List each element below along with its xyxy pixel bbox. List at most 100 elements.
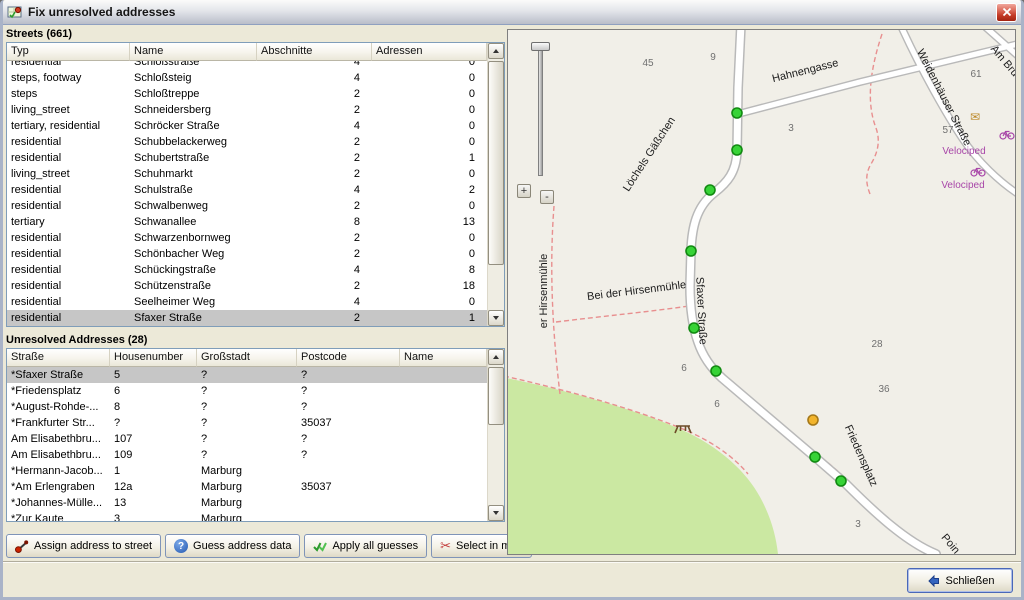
table-row[interactable]: Am Elisabethbru...109?? (7, 447, 487, 463)
table-cell (297, 463, 400, 479)
apply-guesses-button[interactable]: Apply all guesses (304, 534, 427, 558)
titlebar[interactable]: Fix unresolved addresses (3, 0, 1021, 25)
table-cell: 4 (257, 262, 372, 278)
table-cell: 12a (110, 479, 197, 495)
warning-node-marker[interactable] (808, 415, 818, 425)
table-row[interactable]: residentialSchulstraße42 (7, 182, 487, 198)
table-cell: 4 (257, 294, 372, 310)
table-row[interactable]: stepsSchloßtreppe20 (7, 86, 487, 102)
button-label: Schließen (946, 575, 995, 587)
address-node-marker[interactable] (836, 476, 846, 486)
address-node-marker[interactable] (711, 366, 721, 376)
table-row[interactable]: residentialSeelheimer Weg40 (7, 294, 487, 310)
address-node-marker[interactable] (732, 108, 742, 118)
table-cell: 18 (372, 278, 487, 294)
table-cell: 2 (372, 182, 487, 198)
table-row[interactable]: *Am Erlengraben12aMarburg35037 (7, 479, 487, 495)
table-row[interactable]: *Zur Kaute3Marburg (7, 511, 487, 521)
table-cell: Schuhmarkt (130, 166, 257, 182)
button-label: Guess address data (193, 540, 291, 552)
column-header[interactable]: Housenumber (110, 349, 197, 367)
table-cell: 8 (257, 214, 372, 230)
scroll-down-button[interactable] (488, 310, 504, 326)
table-row[interactable]: living_streetSchneidersberg20 (7, 102, 487, 118)
column-header[interactable]: Typ (7, 43, 130, 61)
table-cell: 0 (372, 294, 487, 310)
address-node-marker[interactable] (689, 323, 699, 333)
table-cell: Marburg (197, 479, 297, 495)
table-row[interactable]: residentialSchwarzenbornweg20 (7, 230, 487, 246)
addresses-scrollbar[interactable] (487, 349, 504, 521)
close-dialog-button[interactable]: Schließen (907, 568, 1013, 593)
zoom-in-button[interactable]: + (517, 184, 531, 198)
streets-table-body[interactable]: residentialSchloßstraße40steps, footwayS… (7, 61, 487, 326)
table-row[interactable]: residentialSchubbelackerweg20 (7, 134, 487, 150)
arrow-down-icon (493, 316, 499, 320)
column-header[interactable]: Postcode (297, 349, 400, 367)
table-row[interactable]: residentialSchückingstraße48 (7, 262, 487, 278)
table-cell: 0 (372, 70, 487, 86)
zoom-slider-handle[interactable] (531, 42, 550, 51)
table-row[interactable]: steps, footwaySchloßsteig40 (7, 70, 487, 86)
table-row[interactable]: living_streetSchuhmarkt20 (7, 166, 487, 182)
streets-scrollbar[interactable] (487, 43, 504, 326)
scroll-down-button[interactable] (488, 505, 504, 521)
window-title: Fix unresolved addresses (28, 5, 996, 19)
table-cell: Sfaxer Straße (130, 310, 257, 326)
table-row[interactable]: residentialSchubertstraße21 (7, 150, 487, 166)
column-header[interactable]: Straße (7, 349, 110, 367)
housenumber-label: 28 (871, 339, 883, 350)
table-row[interactable]: *Frankfurter Str...??35037 (7, 415, 487, 431)
scroll-up-button[interactable] (488, 43, 504, 59)
scroll-up-button[interactable] (488, 349, 504, 365)
table-row[interactable]: *Johannes-Mülle...13Marburg (7, 495, 487, 511)
column-header[interactable]: Großstadt (197, 349, 297, 367)
scroll-thumb[interactable] (488, 367, 504, 425)
table-row[interactable]: tertiary, residentialSchröcker Straße40 (7, 118, 487, 134)
zoom-slider[interactable] (538, 46, 543, 176)
table-cell: 0 (372, 246, 487, 262)
scroll-thumb[interactable] (488, 61, 504, 265)
address-node-marker[interactable] (705, 185, 715, 195)
column-header[interactable]: Name (400, 349, 487, 367)
assign-address-button[interactable]: Assign address to street (6, 534, 161, 558)
map-panel[interactable]: ✉ HahnengasseWeidenhäuser StraßeAm BrüLö… (507, 29, 1016, 555)
table-cell: ? (297, 431, 400, 447)
address-node-marker[interactable] (810, 452, 820, 462)
address-node-marker[interactable] (686, 246, 696, 256)
table-row[interactable]: residentialSfaxer Straße21 (7, 310, 487, 326)
table-row[interactable]: *Friedensplatz6?? (7, 383, 487, 399)
table-row[interactable]: residentialSchönbacher Weg20 (7, 246, 487, 262)
column-header[interactable]: Adressen (372, 43, 487, 61)
column-header[interactable]: Name (130, 43, 257, 61)
zoom-out-button[interactable]: - (540, 190, 554, 204)
button-label: Apply all guesses (332, 540, 418, 552)
table-cell: 109 (110, 447, 197, 463)
housenumber-label: 3 (788, 123, 794, 134)
arrow-up-icon (493, 49, 499, 53)
table-row[interactable]: residentialSchützenstraße218 (7, 278, 487, 294)
map-canvas[interactable]: ✉ HahnengasseWeidenhäuser StraßeAm BrüLö… (508, 30, 1015, 554)
addresses-table-body[interactable]: *Sfaxer Straße5??*Friedensplatz6??*Augus… (7, 367, 487, 521)
table-cell: *Sfaxer Straße (7, 367, 110, 383)
toolbar: Assign address to street ? Guess address… (6, 534, 532, 560)
table-cell: Marburg (197, 511, 297, 521)
table-row[interactable]: Am Elisabethbru...107?? (7, 431, 487, 447)
table-row[interactable]: residentialSchloßstraße40 (7, 61, 487, 70)
column-header[interactable]: Abschnitte (257, 43, 372, 61)
table-row[interactable]: tertiarySchwanallee813 (7, 214, 487, 230)
table-row[interactable]: residentialSchwalbenweg20 (7, 198, 487, 214)
table-cell (400, 495, 487, 511)
address-node-marker[interactable] (732, 145, 742, 155)
table-row[interactable]: *Sfaxer Straße5?? (7, 367, 487, 383)
table-row[interactable]: *August-Rohde-...8?? (7, 399, 487, 415)
close-window-button[interactable] (996, 3, 1017, 22)
table-cell: 0 (372, 134, 487, 150)
arrow-up-icon (493, 355, 499, 359)
table-row[interactable]: *Hermann-Jacob...1Marburg (7, 463, 487, 479)
guess-address-button[interactable]: ? Guess address data (165, 534, 300, 558)
table-cell: 2 (257, 86, 372, 102)
table-cell (400, 447, 487, 463)
table-cell: steps, footway (7, 70, 130, 86)
table-cell (400, 479, 487, 495)
